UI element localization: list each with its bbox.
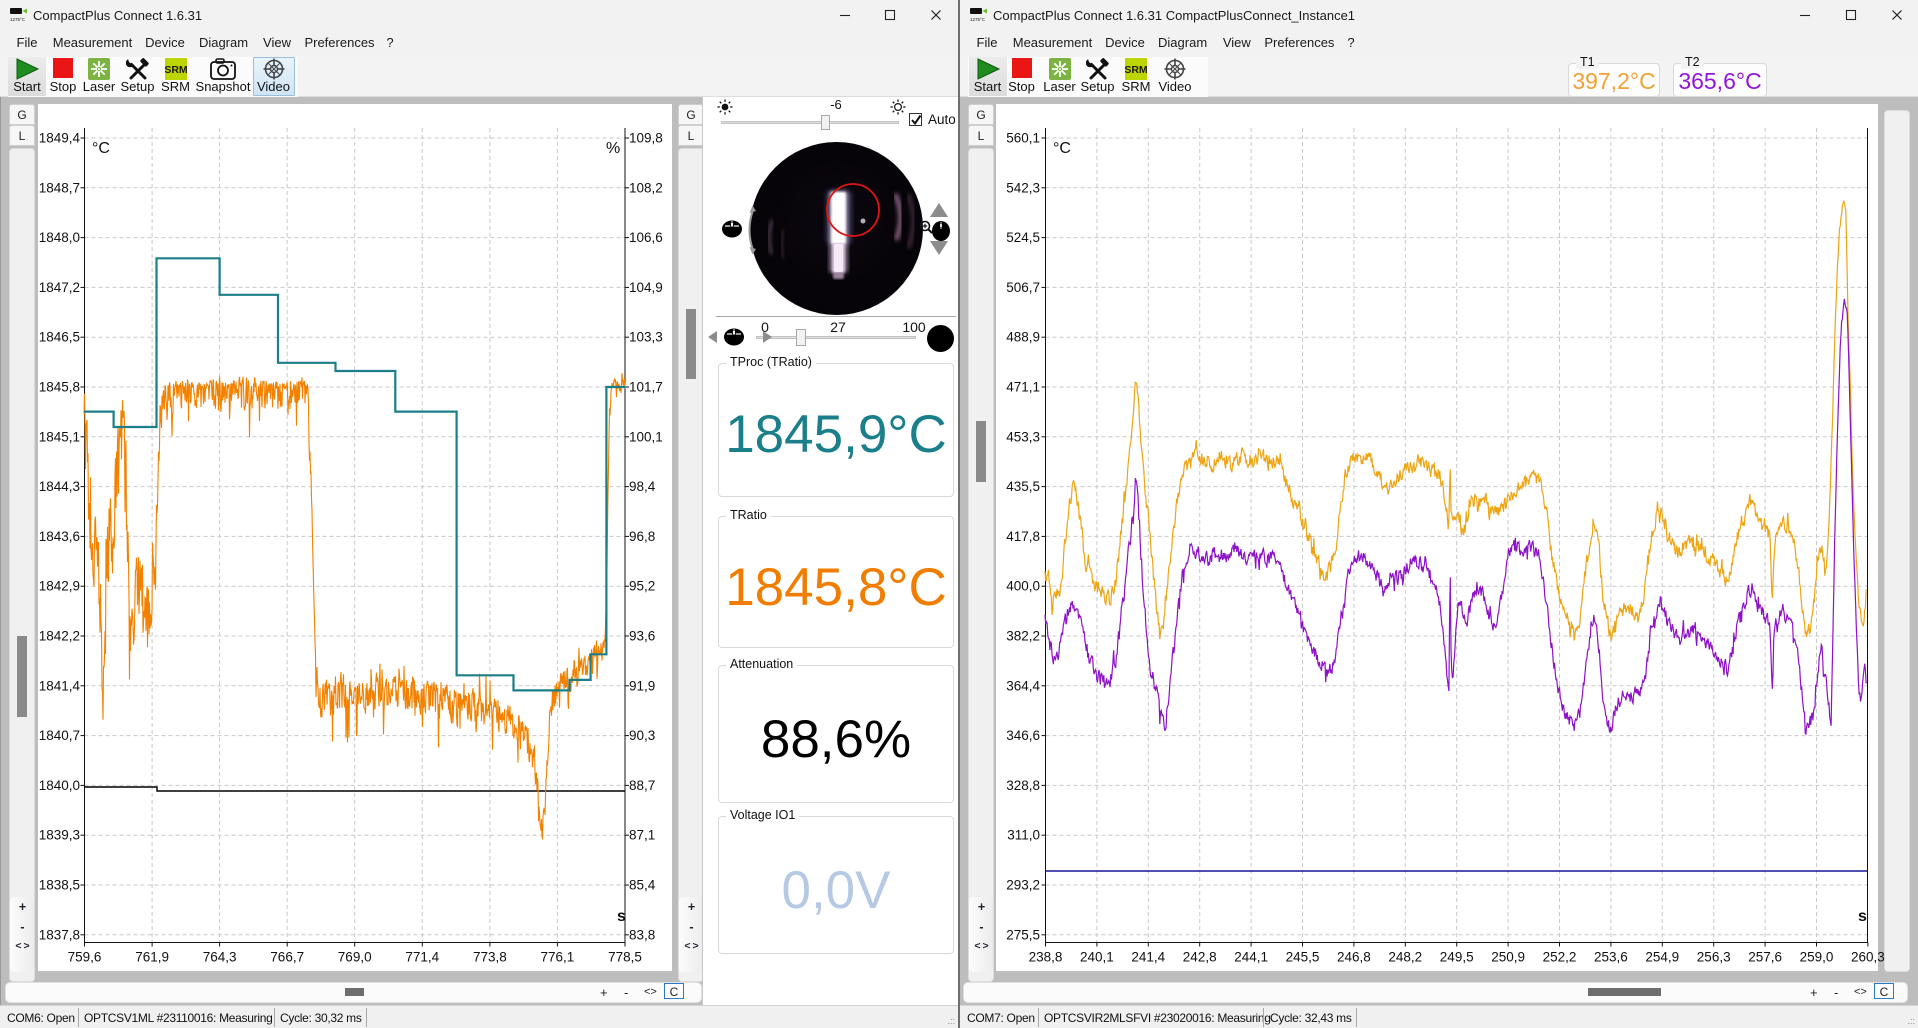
svg-text:1837,8: 1837,8 <box>39 927 80 942</box>
svg-text:242,8: 242,8 <box>1183 950 1217 965</box>
svg-text:1840,7: 1840,7 <box>39 728 80 743</box>
svg-text:249,5: 249,5 <box>1440 950 1474 965</box>
svg-text:83,8: 83,8 <box>629 927 655 942</box>
svg-text:253,6: 253,6 <box>1594 950 1628 965</box>
svg-text:453,3: 453,3 <box>1006 429 1040 444</box>
svg-text:%: % <box>606 140 620 157</box>
svg-text:471,1: 471,1 <box>1006 380 1040 395</box>
svg-text:1845,8: 1845,8 <box>39 380 80 395</box>
svg-text:106,6: 106,6 <box>629 230 663 245</box>
svg-text:°C: °C <box>1053 140 1071 157</box>
svg-text:98,4: 98,4 <box>629 479 656 494</box>
svg-text:256,3: 256,3 <box>1697 950 1731 965</box>
svg-text:90,3: 90,3 <box>629 728 655 743</box>
svg-text:346,6: 346,6 <box>1006 728 1040 743</box>
svg-text:s: s <box>617 908 626 925</box>
svg-text:773,8: 773,8 <box>473 950 507 965</box>
svg-text:488,9: 488,9 <box>1006 330 1040 345</box>
svg-text:91,9: 91,9 <box>629 678 655 693</box>
svg-text:259,0: 259,0 <box>1800 950 1834 965</box>
svg-text:1842,9: 1842,9 <box>39 579 80 594</box>
svg-text:769,0: 769,0 <box>338 950 372 965</box>
svg-text:311,0: 311,0 <box>1007 828 1040 843</box>
svg-text:252,2: 252,2 <box>1543 950 1577 965</box>
svg-text:524,5: 524,5 <box>1006 230 1040 245</box>
svg-text:761,9: 761,9 <box>135 950 169 965</box>
svg-text:109,8: 109,8 <box>629 131 663 146</box>
svg-text:1846,5: 1846,5 <box>39 330 80 345</box>
svg-text:1844,3: 1844,3 <box>39 479 80 494</box>
svg-text:417,8: 417,8 <box>1006 529 1040 544</box>
svg-text:250,9: 250,9 <box>1491 950 1525 965</box>
svg-text:96,8: 96,8 <box>629 529 655 544</box>
svg-text:364,4: 364,4 <box>1006 678 1040 693</box>
svg-text:244,1: 244,1 <box>1234 950 1268 965</box>
svg-text:542,3: 542,3 <box>1006 180 1040 195</box>
svg-text:240,1: 240,1 <box>1080 950 1114 965</box>
svg-text:103,3: 103,3 <box>629 330 663 345</box>
svg-text:238,8: 238,8 <box>1029 950 1063 965</box>
svg-text:1847,2: 1847,2 <box>39 280 80 295</box>
svg-text:260,3: 260,3 <box>1851 950 1885 965</box>
svg-text:1842,2: 1842,2 <box>39 629 80 644</box>
svg-text:778,5: 778,5 <box>608 950 642 965</box>
svg-text:85,4: 85,4 <box>629 878 656 893</box>
svg-text:s: s <box>1858 908 1867 925</box>
svg-text:759,6: 759,6 <box>68 950 102 965</box>
svg-text:1838,5: 1838,5 <box>39 878 80 893</box>
svg-text:776,1: 776,1 <box>541 950 575 965</box>
svg-text:1848,0: 1848,0 <box>39 230 80 245</box>
svg-text:764,3: 764,3 <box>203 950 237 965</box>
svg-text:506,7: 506,7 <box>1006 280 1040 295</box>
svg-text:293,2: 293,2 <box>1006 878 1040 893</box>
svg-text:100,1: 100,1 <box>629 429 663 444</box>
svg-text:87,1: 87,1 <box>629 828 655 843</box>
svg-text:108,2: 108,2 <box>629 180 663 195</box>
svg-text:104,9: 104,9 <box>629 280 663 295</box>
svg-text:1845,1: 1845,1 <box>39 429 80 444</box>
svg-text:328,8: 328,8 <box>1006 778 1040 793</box>
svg-text:382,2: 382,2 <box>1006 629 1040 644</box>
svg-text:248,2: 248,2 <box>1388 950 1422 965</box>
svg-text:1840,0: 1840,0 <box>39 778 80 793</box>
svg-text:88,7: 88,7 <box>629 778 655 793</box>
svg-text:560,1: 560,1 <box>1006 131 1040 146</box>
svg-text:254,9: 254,9 <box>1645 950 1679 965</box>
svg-text:1848,7: 1848,7 <box>39 180 80 195</box>
svg-text:95,2: 95,2 <box>629 579 655 594</box>
svg-text:°C: °C <box>92 140 110 157</box>
svg-text:246,8: 246,8 <box>1337 950 1371 965</box>
svg-text:93,6: 93,6 <box>629 629 655 644</box>
svg-text:771,4: 771,4 <box>405 950 439 965</box>
svg-text:101,7: 101,7 <box>629 380 663 395</box>
svg-text:257,6: 257,6 <box>1748 950 1782 965</box>
svg-text:1843,6: 1843,6 <box>39 529 80 544</box>
svg-text:1849,4: 1849,4 <box>39 131 81 146</box>
svg-text:435,5: 435,5 <box>1006 479 1040 494</box>
svg-text:275,5: 275,5 <box>1006 927 1040 942</box>
svg-text:400,0: 400,0 <box>1006 579 1040 594</box>
svg-text:245,5: 245,5 <box>1286 950 1320 965</box>
svg-text:766,7: 766,7 <box>270 950 304 965</box>
svg-text:241,4: 241,4 <box>1131 950 1165 965</box>
svg-text:1841,4: 1841,4 <box>39 678 81 693</box>
svg-text:1839,3: 1839,3 <box>39 828 80 843</box>
